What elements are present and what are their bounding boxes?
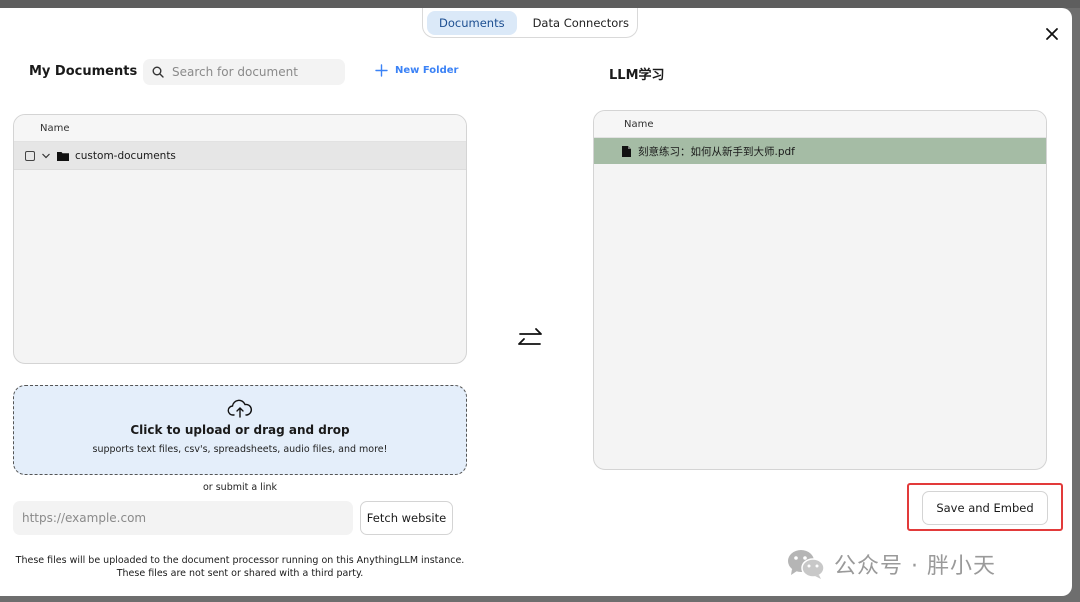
file-name: 刻意练习：如何从新手到大师.pdf [638, 145, 795, 158]
document-search [143, 59, 345, 85]
workspace-title: LLM学习 [609, 68, 665, 83]
watermark-text: 公众号 · 胖小天 [834, 554, 996, 579]
workspace-documents-panel: Name 刻意练习：如何从新手到大师.pdf [593, 110, 1047, 470]
background-app-strip [0, 0, 1080, 8]
column-header-name: Name [594, 111, 1046, 138]
new-folder-button[interactable]: New Folder [375, 64, 458, 77]
notice-line-2: These files are not sent or shared with … [116, 568, 364, 579]
upload-title: Click to upload or drag and drop [130, 423, 350, 437]
search-input[interactable] [172, 65, 332, 79]
tab-data-connectors[interactable]: Data Connectors [521, 11, 641, 35]
file-row[interactable]: 刻意练习：如何从新手到大师.pdf [594, 138, 1046, 164]
column-header-name: Name [14, 115, 466, 142]
url-input[interactable] [13, 501, 353, 535]
folder-row[interactable]: custom-documents [14, 142, 466, 170]
upload-dropzone[interactable]: Click to upload or drag and drop support… [13, 385, 467, 475]
my-documents-panel: Name custom-documents [13, 114, 467, 364]
fetch-website-button[interactable]: Fetch website [360, 501, 453, 535]
save-and-embed-button[interactable]: Save and Embed [922, 491, 1048, 525]
search-icon [152, 66, 164, 78]
tab-documents[interactable]: Documents [427, 10, 517, 35]
upload-subtitle: supports text files, csv's, spreadsheets… [92, 444, 388, 455]
folder-name: custom-documents [75, 149, 176, 162]
chevron-down-icon[interactable] [41, 151, 51, 161]
watermark: 公众号 · 胖小天 [786, 548, 996, 580]
close-icon[interactable] [1044, 26, 1060, 42]
notice-line-1: These files will be uploaded to the docu… [15, 555, 465, 566]
folder-icon [57, 151, 69, 161]
upload-notice: These files will be uploaded to the docu… [0, 554, 480, 580]
wechat-icon [788, 550, 825, 579]
new-folder-label: New Folder [395, 65, 459, 76]
cloud-upload-icon [227, 399, 253, 418]
plus-icon [375, 64, 388, 77]
or-submit-link-label: or submit a link [202, 482, 278, 493]
tab-bar: Documents Data Connectors [422, 8, 638, 38]
file-icon [622, 145, 631, 157]
transfer-arrows-icon [518, 328, 542, 345]
my-documents-title: My Documents [29, 64, 138, 79]
document-manager-modal: Documents Data Connectors My Documents N… [0, 8, 1072, 596]
folder-checkbox[interactable] [25, 150, 35, 161]
